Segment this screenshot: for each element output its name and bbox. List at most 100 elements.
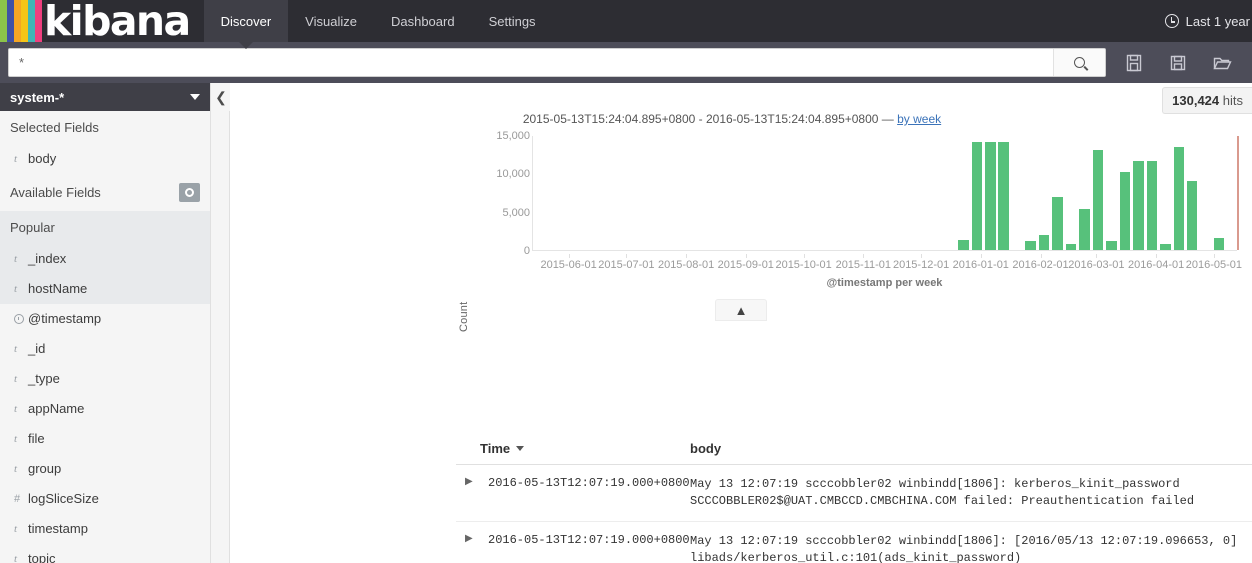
- field-item-type[interactable]: t _type: [0, 364, 210, 394]
- index-pattern-label: system-*: [10, 89, 65, 105]
- chart-bars: [533, 136, 1237, 250]
- histogram-bar[interactable]: [1186, 181, 1198, 250]
- chart-time-range-header: 2015-05-13T15:24:04.895+0800 - 2016-05-1…: [230, 83, 1252, 126]
- histogram-bar[interactable]: [1052, 197, 1063, 250]
- field-name: group: [28, 461, 62, 476]
- save-search-button[interactable]: [1156, 46, 1200, 80]
- field-item-index[interactable]: t _index: [0, 244, 210, 274]
- table-row[interactable]: ▶ 2016-05-13T12:07:19.000+0800 May 13 12:0…: [456, 465, 1252, 522]
- string-field-icon: t: [14, 553, 18, 563]
- y-axis-tick-label: 0: [523, 245, 530, 257]
- x-axis-tick-label: 2015-06-01: [540, 259, 597, 271]
- x-axis-tick-label: 2016-04-01: [1127, 259, 1185, 271]
- string-field-icon: t: [14, 253, 18, 265]
- search-field-wrapper: [8, 48, 1106, 77]
- histogram-bar[interactable]: [971, 141, 983, 250]
- expand-row-button[interactable]: ▶: [456, 476, 480, 510]
- kibana-logo: kibana: [0, 0, 191, 45]
- new-search-button[interactable]: [1112, 46, 1156, 80]
- field-item-file[interactable]: t file: [0, 424, 210, 454]
- clock-icon: [1164, 14, 1179, 28]
- histogram-bar[interactable]: [1079, 208, 1090, 250]
- field-name: body: [28, 151, 57, 166]
- x-axis-tick-label: 2016-03-01: [1068, 259, 1125, 271]
- field-list: Selected Fields t body Available Fields Popu…: [0, 111, 210, 563]
- body-column-header[interactable]: body: [690, 441, 721, 456]
- field-section-title: Available Fields: [10, 185, 101, 200]
- field-name: _index: [28, 251, 67, 266]
- histogram-bar[interactable]: [1119, 171, 1131, 250]
- field-sidebar: system-* Selected Fields t body Available F…: [0, 83, 210, 563]
- field-item-id[interactable]: t _id: [0, 334, 210, 364]
- nav-item-discover[interactable]: Discover: [203, 0, 289, 49]
- chart-collapse-button[interactable]: ▲: [715, 299, 767, 321]
- clock-field-icon: [14, 314, 24, 324]
- logo-text: kibana: [44, 0, 191, 45]
- x-axis-label: @timestamp per week: [826, 277, 943, 289]
- x-axis-tick-mark: [1040, 254, 1042, 258]
- field-item-topic[interactable]: t topic: [0, 544, 210, 563]
- caret-down-icon[interactable]: [516, 446, 525, 451]
- x-axis-tick-mark: [1156, 254, 1158, 258]
- histogram-bar[interactable]: [1146, 161, 1158, 250]
- current-time-marker: [1237, 136, 1239, 250]
- nav-item-settings[interactable]: Settings: [472, 0, 553, 42]
- field-item-body[interactable]: t body: [0, 144, 210, 174]
- row-time-cell: 2016-05-13T12:07:19.000+0800: [488, 476, 690, 490]
- x-axis-tick-mark: [1213, 254, 1215, 258]
- field-item-appName[interactable]: t appName: [0, 394, 210, 424]
- index-pattern-selector[interactable]: system-*: [0, 83, 210, 111]
- table-header-row: Time body: [456, 441, 1252, 465]
- histogram-bar[interactable]: [1160, 243, 1171, 250]
- nav-item-visualize[interactable]: Visualize: [288, 0, 374, 42]
- folder-open-icon: [1213, 57, 1232, 69]
- search-input[interactable]: [9, 49, 1053, 76]
- histogram-bar[interactable]: [1092, 150, 1104, 250]
- time-column-header[interactable]: Time: [480, 441, 690, 456]
- histogram-bar[interactable]: [1106, 240, 1117, 250]
- sidebar-collapse-button[interactable]: ❮: [211, 83, 231, 111]
- chevron-down-icon: [190, 94, 200, 100]
- logo-bar: [28, 0, 35, 42]
- row-body-cell: May 13 12:07:19 scccobbler02 winbindd[18…: [690, 477, 1195, 508]
- string-field-icon: t: [14, 433, 18, 445]
- string-field-icon: t: [14, 463, 18, 475]
- expand-column-header: [456, 441, 480, 456]
- histogram-bar[interactable]: [1065, 243, 1077, 250]
- histogram-bar[interactable]: [998, 141, 1009, 250]
- field-item-timestamp[interactable]: t timestamp: [0, 514, 210, 544]
- field-item-logSliceSize[interactable]: # logSliceSize: [0, 484, 210, 514]
- histogram-bar[interactable]: [1213, 237, 1225, 250]
- hits-count-value: 130,424: [1172, 93, 1220, 108]
- field-item-timestamp[interactable]: @timestamp: [0, 304, 210, 334]
- search-submit-button[interactable]: [1053, 49, 1105, 76]
- y-axis-label: Count: [458, 301, 470, 332]
- histogram-bar[interactable]: [958, 240, 969, 250]
- chart-interval-link[interactable]: by week: [897, 112, 941, 126]
- time-range-picker[interactable]: Last 1 year: [1164, 0, 1252, 42]
- field-settings-button[interactable]: [179, 183, 200, 202]
- field-item-group[interactable]: t group: [0, 454, 210, 484]
- x-axis-tick-mark: [745, 254, 747, 258]
- table-row[interactable]: ▶ 2016-05-13T12:07:19.000+0800 May 13 12:0…: [456, 522, 1252, 563]
- search-icon: [1074, 57, 1085, 68]
- field-name: topic: [28, 551, 56, 563]
- logo-bar: [35, 0, 42, 42]
- field-name: timestamp: [28, 521, 88, 536]
- x-axis-tick-label: 2016-05-01: [1185, 259, 1243, 271]
- histogram-bar[interactable]: [985, 141, 996, 250]
- field-item-hostName[interactable]: t hostName: [0, 274, 210, 304]
- histogram-bar[interactable]: [1173, 147, 1185, 250]
- time-column-label: Time: [480, 441, 511, 456]
- histogram-bar[interactable]: [1038, 234, 1050, 250]
- open-search-button[interactable]: [1200, 46, 1244, 80]
- string-field-icon: t: [14, 523, 18, 535]
- field-name: hostName: [28, 281, 88, 296]
- field-name: _id: [28, 341, 46, 356]
- field-name: file: [28, 431, 45, 446]
- histogram-bar[interactable]: [1133, 161, 1144, 250]
- histogram-bar[interactable]: [1025, 240, 1036, 250]
- expand-row-button[interactable]: ▶: [456, 533, 480, 563]
- x-axis-tick-label: 2016-01-01: [952, 259, 1009, 271]
- nav-item-dashboard[interactable]: Dashboard: [374, 0, 472, 42]
